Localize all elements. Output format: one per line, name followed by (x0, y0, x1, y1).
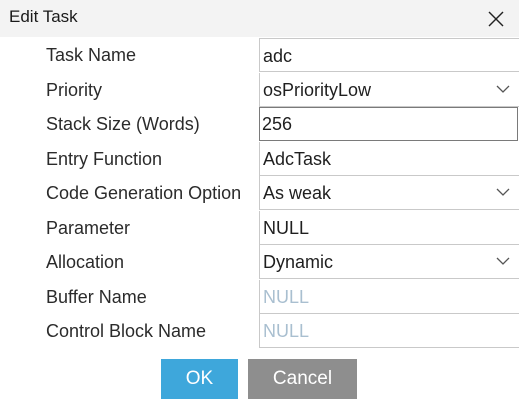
allocation-label: Allocation (46, 252, 125, 272)
parameter-label: Parameter (46, 217, 131, 238)
task-name-input[interactable]: adc (259, 38, 519, 72)
stack-size-input[interactable]: 256 (259, 107, 518, 141)
chevron-down-icon (496, 85, 510, 93)
task-form: Task Name adc Priority osPriorityLow Sta… (0, 38, 519, 349)
ok-button[interactable]: OK (161, 359, 238, 399)
chevron-down-icon (496, 188, 510, 196)
buffer-name-input: NULL (259, 279, 519, 314)
allocation-value: Dynamic (263, 252, 334, 272)
task-name-label: Task Name (46, 45, 137, 65)
edit-task-dialog: Edit Task Task Name adc Priority osPrior… (0, 0, 519, 409)
control-block-name-input: NULL (259, 314, 519, 348)
entry-function-value: AdcTask (263, 148, 332, 169)
stack-size-value: 256 (262, 114, 293, 134)
code-generation-option-select[interactable]: As weak (259, 176, 519, 210)
title-bar: Edit Task (0, 0, 519, 37)
buffer-name-label: Buffer Name (46, 286, 147, 307)
allocation-select[interactable]: Dynamic (259, 245, 519, 279)
chevron-down-icon (496, 257, 510, 265)
priority-value: osPriorityLow (263, 79, 372, 100)
task-name-value: adc (263, 46, 293, 66)
entry-function-input[interactable]: AdcTask (259, 141, 519, 176)
priority-select[interactable]: osPriorityLow (259, 72, 519, 107)
row-code-generation-option: Code Generation Option As weak (0, 176, 519, 211)
code-generation-option-value: As weak (263, 183, 332, 203)
parameter-input[interactable]: NULL (259, 210, 519, 245)
row-control-block-name: Control Block Name NULL (0, 314, 519, 349)
row-priority: Priority osPriorityLow (0, 72, 519, 108)
dialog-title: Edit Task (9, 7, 78, 26)
button-bar: OK Cancel (0, 359, 519, 399)
row-allocation: Allocation Dynamic (0, 245, 519, 280)
row-buffer-name: Buffer Name NULL (0, 279, 519, 315)
control-block-name-label: Control Block Name (46, 321, 207, 341)
control-block-name-value: NULL (263, 321, 310, 341)
buffer-name-value: NULL (263, 286, 310, 307)
stack-size-label: Stack Size (Words) (46, 114, 200, 134)
code-generation-option-label: Code Generation Option (46, 183, 242, 203)
close-button[interactable] (473, 0, 519, 37)
row-entry-function: Entry Function AdcTask (0, 141, 519, 177)
close-icon (488, 11, 504, 26)
cancel-button[interactable]: Cancel (248, 359, 357, 399)
entry-function-label: Entry Function (46, 148, 163, 169)
priority-label: Priority (46, 79, 103, 100)
row-parameter: Parameter NULL (0, 210, 519, 246)
row-task-name: Task Name adc (0, 38, 519, 73)
parameter-value: NULL (263, 217, 310, 238)
row-stack-size: Stack Size (Words) 256 (0, 107, 519, 142)
